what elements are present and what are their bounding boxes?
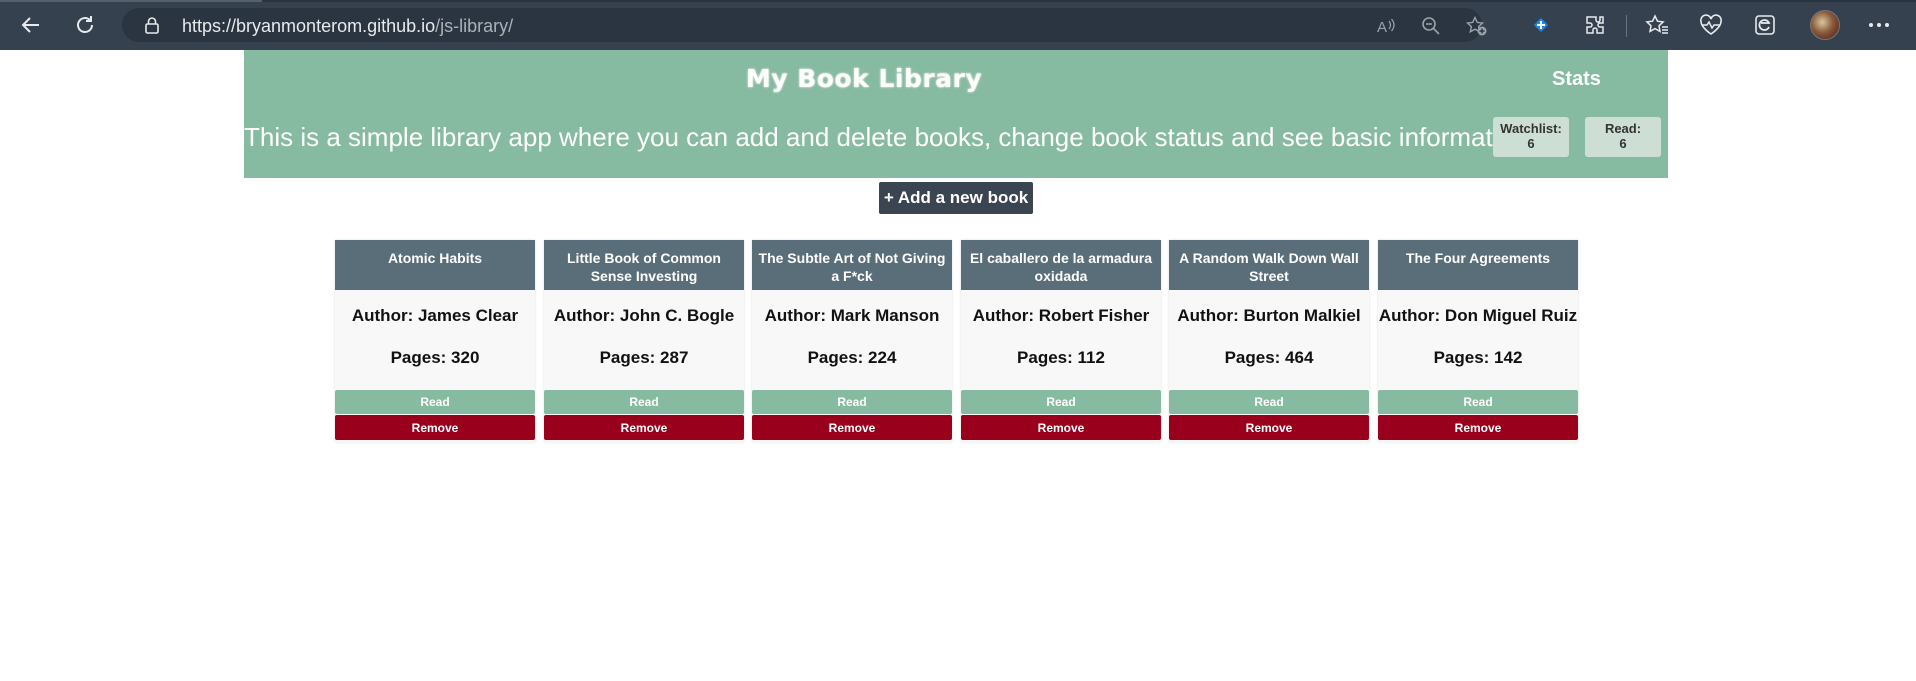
watchlist-stat: Watchlist: 6 [1493,117,1569,157]
book-author: Author: Robert Fisher [972,306,1150,325]
book-pages: Pages: 112 [1017,348,1105,367]
read-label: Read: [1604,121,1642,136]
book-pages: Pages: 224 [807,348,897,367]
read-stat: Read: 6 [1585,117,1661,157]
read-status-button[interactable]: Read [335,390,535,414]
read-count: 6 [1619,136,1627,151]
add-book-button[interactable]: + Add a new book [879,182,1033,214]
book-card: The Subtle Art of Not Giving a F*ck Auth… [752,240,952,442]
book-card: The Four Agreements Author: Don Miguel R… [1378,240,1578,442]
back-icon[interactable] [16,10,46,40]
library-header: My Book Library This is a simple library… [244,50,1668,178]
toolbar-divider [1626,15,1627,37]
browser-essentials-icon[interactable] [1752,12,1778,38]
remove-book-button[interactable]: Remove [961,415,1161,440]
zoom-out-icon[interactable] [1421,16,1441,36]
book-title: Atomic Habits [335,240,535,290]
book-author: Author: Mark Manson [764,306,940,325]
extension-blue-icon[interactable] [1528,12,1554,38]
book-author: Author: Don Miguel Ruiz [1378,306,1578,325]
read-status-button[interactable]: Read [1378,390,1578,414]
stats-heading: Stats [1552,68,1601,90]
watchlist-count: 6 [1527,136,1535,151]
read-status-button[interactable]: Read [961,390,1161,414]
book-pages: Pages: 287 [599,348,689,367]
book-pages: Pages: 142 [1433,348,1523,367]
more-options-icon[interactable] [1866,12,1892,38]
book-card: A Random Walk Down Wall Street Author: B… [1169,240,1369,442]
remove-book-button[interactable]: Remove [1378,415,1578,440]
book-title: The Four Agreements [1378,240,1578,290]
page-description: This is a simple library app where you c… [244,122,1535,152]
browser-toolbar: https://bryanmonterom.github.io/js-libra… [0,0,1916,50]
book-author: Author: Burton Malkiel [1177,306,1361,325]
book-title: The Subtle Art of Not Giving a F*ck [752,240,952,290]
book-title: El caballero de la armadura oxidada [961,240,1161,290]
book-title: Little Book of Common Sense Investing [544,240,744,290]
remove-book-button[interactable]: Remove [335,415,535,440]
url-host: https://bryanmonterom.github.io [182,16,436,36]
read-aloud-icon[interactable]: A [1376,16,1396,36]
profile-avatar[interactable] [1810,10,1840,40]
health-heart-icon[interactable] [1698,12,1724,38]
extensions-icon[interactable] [1582,12,1608,38]
read-status-button[interactable]: Read [752,390,952,414]
remove-book-button[interactable]: Remove [544,415,744,440]
book-author: Author: John C. Bogle [553,306,735,325]
book-list: Atomic Habits Author: James Clear Pages:… [335,240,1580,442]
book-card: Atomic Habits Author: James Clear Pages:… [335,240,535,442]
remove-book-button[interactable]: Remove [1169,415,1369,440]
book-author: Author: James Clear [351,306,519,325]
add-favorite-icon[interactable] [1465,15,1487,36]
book-pages: Pages: 464 [1224,348,1314,367]
watchlist-label: Watchlist: [1500,121,1562,136]
book-card: Little Book of Common Sense Investing Au… [544,240,744,442]
url-path: /js-library/ [435,16,514,36]
book-title: A Random Walk Down Wall Street [1169,240,1369,290]
address-bar[interactable]: https://bryanmonterom.github.io/js-libra… [122,8,1487,42]
read-status-button[interactable]: Read [544,390,744,414]
reload-icon[interactable] [70,10,100,40]
book-pages: Pages: 320 [390,348,480,367]
tab-strip-edge [0,0,1916,2]
address-url[interactable]: https://bryanmonterom.github.io/js-libra… [182,16,513,37]
book-card: El caballero de la armadura oxidada Auth… [961,240,1161,442]
svg-text:A: A [1377,19,1387,36]
read-status-button[interactable]: Read [1169,390,1369,414]
page-title: My Book Library [745,64,983,93]
remove-book-button[interactable]: Remove [752,415,952,440]
favorites-icon[interactable] [1644,12,1670,38]
lock-icon [144,16,160,39]
